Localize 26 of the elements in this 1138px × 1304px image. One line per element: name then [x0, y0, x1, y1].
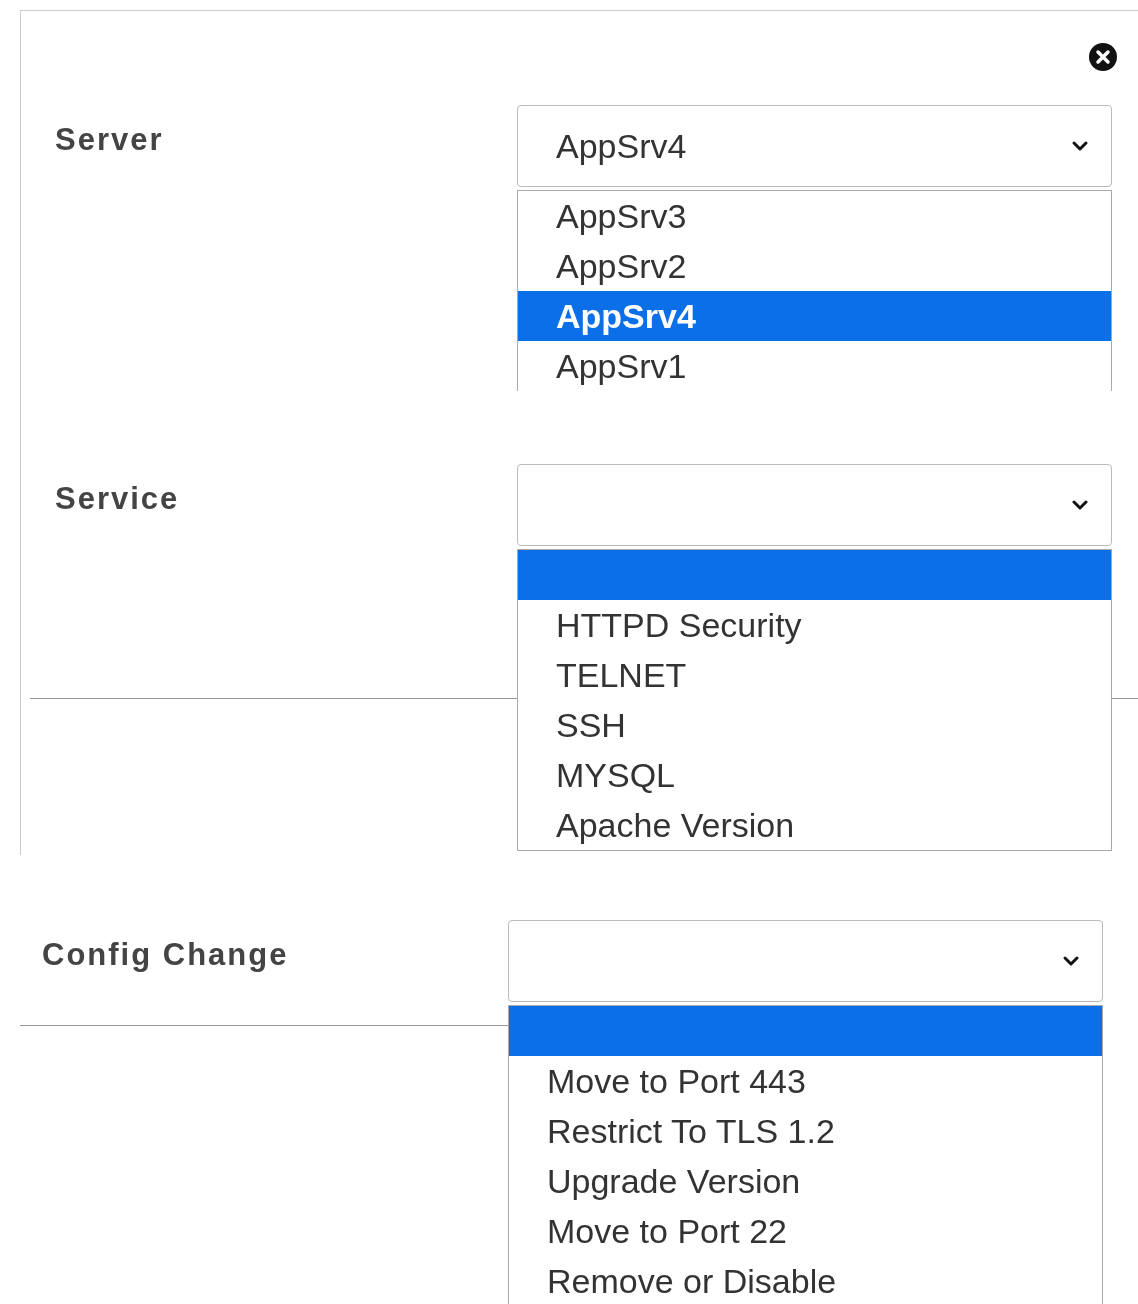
- dropdown-option[interactable]: AppSrv1: [518, 341, 1111, 391]
- dropdown-option[interactable]: Upgrade Version: [509, 1156, 1102, 1206]
- dropdown-option[interactable]: AppSrv4: [518, 291, 1111, 341]
- dropdown-option[interactable]: Restrict To TLS 1.2: [509, 1106, 1102, 1156]
- dropdown-option[interactable]: TELNET: [518, 650, 1111, 700]
- close-icon[interactable]: [1088, 42, 1118, 72]
- dropdown-select[interactable]: AppSrv4: [517, 105, 1112, 187]
- dropdown-option[interactable]: Move to Port 22: [509, 1206, 1102, 1256]
- dropdown-option[interactable]: AppSrv2: [518, 241, 1111, 291]
- dropdown-option[interactable]: MYSQL: [518, 750, 1111, 800]
- dropdown-option[interactable]: [509, 1006, 1102, 1056]
- dropdown-select[interactable]: [517, 464, 1112, 546]
- dropdown-select[interactable]: [508, 920, 1103, 1002]
- dropdown-option[interactable]: Apache Version: [518, 800, 1111, 850]
- field-label: Service: [55, 481, 180, 516]
- field-label: Server: [55, 122, 164, 157]
- chevron-down-icon: [1062, 955, 1080, 967]
- dropdown-option[interactable]: AppSrv3: [518, 191, 1111, 241]
- dropdown-option[interactable]: Remove or Disable: [509, 1256, 1102, 1304]
- dropdown-option[interactable]: SSH: [518, 700, 1111, 750]
- dropdown-option[interactable]: Move to Port 443: [509, 1056, 1102, 1106]
- dropdown-option[interactable]: [518, 550, 1111, 600]
- dropdown-option[interactable]: HTTPD Security: [518, 600, 1111, 650]
- chevron-down-icon: [1071, 499, 1089, 511]
- chevron-down-icon: [1071, 140, 1089, 152]
- field-label: Config Change: [42, 937, 289, 972]
